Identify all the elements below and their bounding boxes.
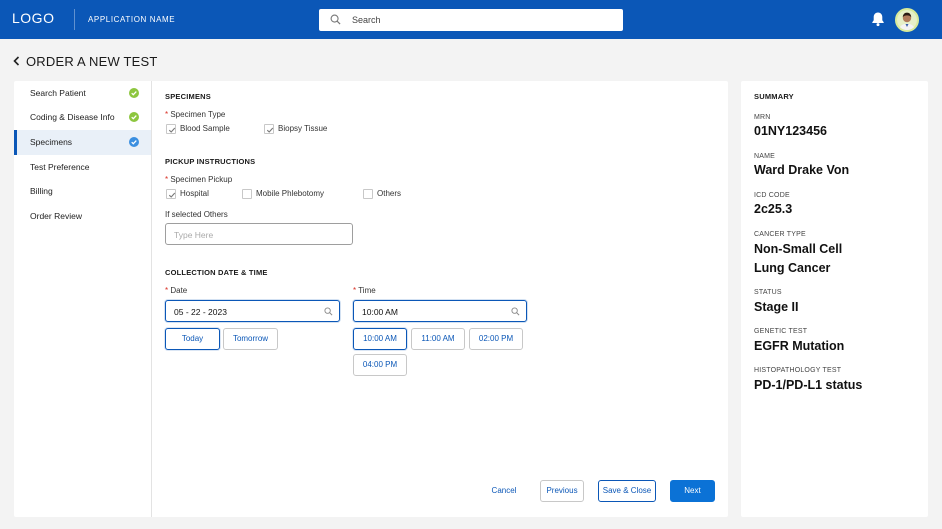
time-label: * Time — [353, 286, 376, 295]
icd-label: ICD CODE — [754, 192, 790, 199]
tomorrow-chip[interactable]: Tomorrow — [223, 328, 278, 350]
search-icon — [324, 307, 333, 316]
checkbox-box — [363, 189, 373, 199]
others-checkbox[interactable]: Others — [363, 188, 413, 200]
genetic-test-value: EGFR Mutation — [754, 339, 845, 353]
logo[interactable]: LOGO — [12, 10, 54, 26]
date-input[interactable]: 05 - 22 - 2023 — [165, 300, 340, 322]
app-name: APPLICATION NAME — [88, 15, 176, 24]
time-label-text: Time — [358, 286, 376, 295]
genetic-test-label: GENETIC TEST — [754, 328, 808, 335]
save-close-button[interactable]: Save & Close — [598, 480, 656, 502]
time-chip-4pm[interactable]: 04:00 PM — [353, 354, 407, 376]
summary-panel: SUMMARY MRN 01NY123456 NAME Ward Drake V… — [741, 81, 928, 517]
search-input[interactable]: Search — [319, 9, 623, 31]
page-title: ORDER A NEW TEST — [26, 54, 158, 69]
collection-section-title: COLLECTION DATE & TIME — [165, 268, 268, 277]
specimens-section-title: SPECIMENS — [165, 92, 211, 101]
time-value: 10:00 AM — [362, 307, 398, 317]
sidebar-item-search-patient[interactable]: Search Patient — [14, 81, 151, 106]
back-chevron-icon[interactable] — [12, 55, 22, 67]
time-input[interactable]: 10:00 AM — [353, 300, 527, 322]
checkbox-label: Mobile Phlebotomy — [256, 189, 325, 198]
sidebar-item-test-preference[interactable]: Test Preference — [14, 155, 151, 180]
search-icon — [511, 307, 520, 316]
check-circle-icon — [129, 88, 139, 98]
header-divider — [74, 9, 75, 30]
check-circle-icon — [129, 112, 139, 122]
checkbox-label: Hospital — [180, 189, 209, 198]
today-chip[interactable]: Today — [165, 328, 220, 350]
sidebar-item-label: Test Preference — [30, 162, 90, 172]
specimens-form: SPECIMENS * Specimen Type Blood Sample B… — [152, 81, 728, 517]
specimen-type-label-text: Specimen Type — [170, 110, 226, 119]
checkbox-box — [242, 189, 252, 199]
checkbox-box — [264, 124, 274, 134]
summary-title: SUMMARY — [754, 92, 794, 101]
sidebar-item-label: Order Review — [30, 211, 82, 221]
top-bar: LOGO APPLICATION NAME Search — [0, 0, 942, 39]
pickup-section-title: PICKUP INSTRUCTIONS — [165, 157, 256, 166]
sidebar-item-billing[interactable]: Billing — [14, 179, 151, 204]
biopsy-tissue-checkbox[interactable]: Biopsy Tissue — [264, 123, 344, 135]
date-label-text: Date — [170, 286, 188, 295]
hospital-checkbox[interactable]: Hospital — [166, 188, 226, 200]
specimen-type-label: * Specimen Type — [165, 110, 225, 119]
mrn-label: MRN — [754, 114, 771, 121]
checkbox-label: Biopsy Tissue — [278, 124, 328, 133]
blood-sample-checkbox[interactable]: Blood Sample — [166, 123, 246, 135]
time-chip-2pm[interactable]: 02:00 PM — [469, 328, 523, 350]
checkmark-icon — [168, 127, 176, 133]
steps-sidebar: Search Patient Coding & Disease Info Spe… — [14, 81, 152, 517]
status-label: STATUS — [754, 289, 782, 296]
order-card: Search Patient Coding & Disease Info Spe… — [14, 81, 728, 517]
cancer-type-label: CANCER TYPE — [754, 231, 806, 238]
cancer-type-value: Non-Small Cell Lung Cancer — [754, 242, 843, 275]
specimen-pickup-label: * Specimen Pickup — [165, 175, 232, 184]
checkbox-label: Blood Sample — [180, 124, 230, 133]
check-circle-icon — [129, 137, 139, 147]
user-photo-icon — [897, 10, 917, 30]
others-placeholder: Type Here — [174, 230, 214, 240]
name-label: NAME — [754, 153, 776, 160]
sidebar-item-specimens[interactable]: Specimens — [14, 130, 151, 155]
bell-icon[interactable] — [870, 11, 886, 27]
mrn-value: 01NY123456 — [754, 124, 827, 138]
search-icon — [330, 14, 341, 25]
specimen-pickup-label-text: Specimen Pickup — [170, 175, 233, 184]
checkbox-box — [166, 124, 176, 134]
checkmark-icon — [266, 127, 274, 133]
time-chip-11am[interactable]: 11:00 AM — [411, 328, 465, 350]
time-chip-10am[interactable]: 10:00 AM — [353, 328, 407, 350]
cancel-button[interactable]: Cancel — [479, 480, 529, 502]
next-button[interactable]: Next — [670, 480, 715, 502]
date-value: 05 - 22 - 2023 — [174, 307, 227, 317]
others-field-label: If selected Others — [165, 210, 228, 219]
sidebar-item-label: Specimens — [30, 137, 73, 147]
name-value: Ward Drake Von — [754, 163, 850, 177]
histopathology-test-value: PD-1/PD-L1 status — [754, 378, 863, 392]
histopathology-test-label: HISTOPATHOLOGY TEST — [754, 367, 842, 374]
sidebar-item-order-review[interactable]: Order Review — [14, 204, 151, 229]
mobile-phlebotomy-checkbox[interactable]: Mobile Phlebotomy — [242, 188, 342, 200]
others-input[interactable]: Type Here — [165, 223, 353, 245]
checkbox-box — [166, 189, 176, 199]
sidebar-item-label: Coding & Disease Info — [30, 112, 115, 122]
previous-button[interactable]: Previous — [540, 480, 584, 502]
sidebar-item-coding-disease-info[interactable]: Coding & Disease Info — [14, 105, 151, 130]
status-value: Stage II — [754, 300, 799, 314]
avatar[interactable] — [895, 8, 919, 32]
search-placeholder: Search — [352, 15, 381, 25]
sidebar-item-label: Search Patient — [30, 88, 86, 98]
icd-value: 2c25.3 — [754, 202, 793, 216]
checkmark-icon — [168, 192, 176, 198]
checkbox-label: Others — [377, 189, 402, 198]
sidebar-item-label: Billing — [30, 186, 53, 196]
date-label: * Date — [165, 286, 187, 295]
